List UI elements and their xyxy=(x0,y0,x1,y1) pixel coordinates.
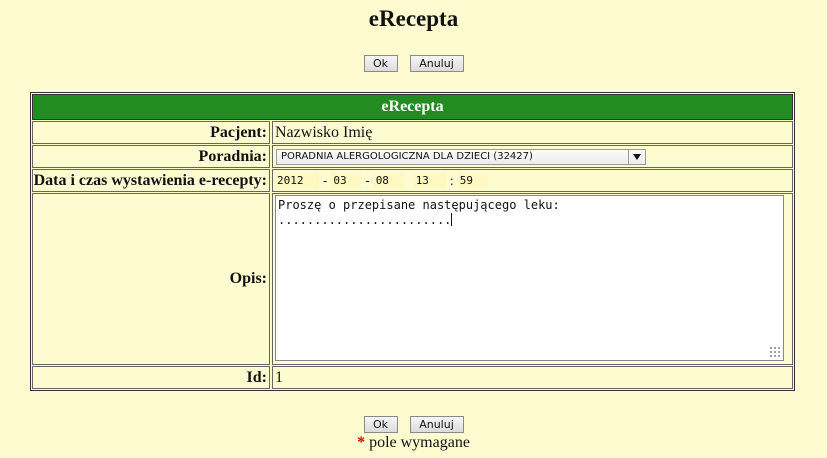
time-separator: : xyxy=(449,173,454,188)
required-star: * xyxy=(357,434,366,451)
description-cell: Proszę o przepisane następującego leku: … xyxy=(272,193,793,365)
clinic-cell: PORADNIA ALERGOLOGICZNA DLA DZIECI (3242… xyxy=(272,145,793,168)
resize-grip-icon[interactable] xyxy=(769,346,781,358)
hour-field[interactable]: 13 xyxy=(413,173,446,188)
date-separator: - xyxy=(365,173,370,188)
day-field[interactable]: 08 xyxy=(373,173,404,188)
description-row: Opis: Proszę o przepisane następującego … xyxy=(32,193,793,365)
cancel-button-bottom[interactable]: Anuluj xyxy=(409,416,464,433)
erecepta-form: eRecepta Pacjent: Nazwisko Imię Poradnia… xyxy=(30,92,795,391)
patient-label: Pacjent: xyxy=(32,121,270,144)
id-label: Id: xyxy=(32,366,270,389)
description-textarea[interactable]: Proszę o przepisane następującego leku: … xyxy=(275,195,784,361)
clinic-select-value: PORADNIA ALERGOLOGICZNA DLA DZIECI (3242… xyxy=(281,150,533,162)
ok-button-top[interactable]: Ok xyxy=(363,55,398,72)
patient-row: Pacjent: Nazwisko Imię xyxy=(32,121,793,144)
datetime-cell: 2012 - 03 - 08 13 : 59 xyxy=(272,169,793,192)
ok-button-bottom[interactable]: Ok xyxy=(363,416,398,433)
datetime-fields: 2012 - 03 - 08 13 : 59 xyxy=(275,173,488,188)
cancel-button-top[interactable]: Anuluj xyxy=(409,55,464,72)
clinic-row: Poradnia: PORADNIA ALERGOLOGICZNA DLA DZ… xyxy=(32,145,793,168)
id-row: Id: 1 xyxy=(32,366,793,389)
top-button-row: Ok Anuluj xyxy=(0,55,827,72)
id-value: 1 xyxy=(272,366,793,389)
datetime-row: Data i czas wystawienia e-recepty: 2012 … xyxy=(32,169,793,192)
minute-field[interactable]: 59 xyxy=(457,173,488,188)
patient-value: Nazwisko Imię xyxy=(272,121,793,144)
date-separator: - xyxy=(323,173,328,188)
description-label: Opis: xyxy=(32,193,270,365)
form-header: eRecepta xyxy=(32,94,793,120)
required-note: * pole wymagane xyxy=(0,434,827,452)
description-text: Proszę o przepisane następującego leku: … xyxy=(278,198,560,227)
year-field[interactable]: 2012 xyxy=(275,173,319,188)
bottom-button-row: Ok Anuluj xyxy=(0,416,827,433)
clinic-label: Poradnia: xyxy=(32,145,270,168)
chevron-down-icon[interactable] xyxy=(628,149,645,164)
page-title: eRecepta xyxy=(368,6,459,31)
page: eRecepta Ok Anuluj eRecepta Pacjent: Naz… xyxy=(0,0,827,458)
required-text: pole wymagane xyxy=(365,434,470,451)
clinic-select[interactable]: PORADNIA ALERGOLOGICZNA DLA DZIECI (3242… xyxy=(276,148,646,165)
month-field[interactable]: 03 xyxy=(331,173,362,188)
text-caret xyxy=(451,213,453,226)
datetime-label: Data i czas wystawienia e-recepty: xyxy=(32,169,270,192)
